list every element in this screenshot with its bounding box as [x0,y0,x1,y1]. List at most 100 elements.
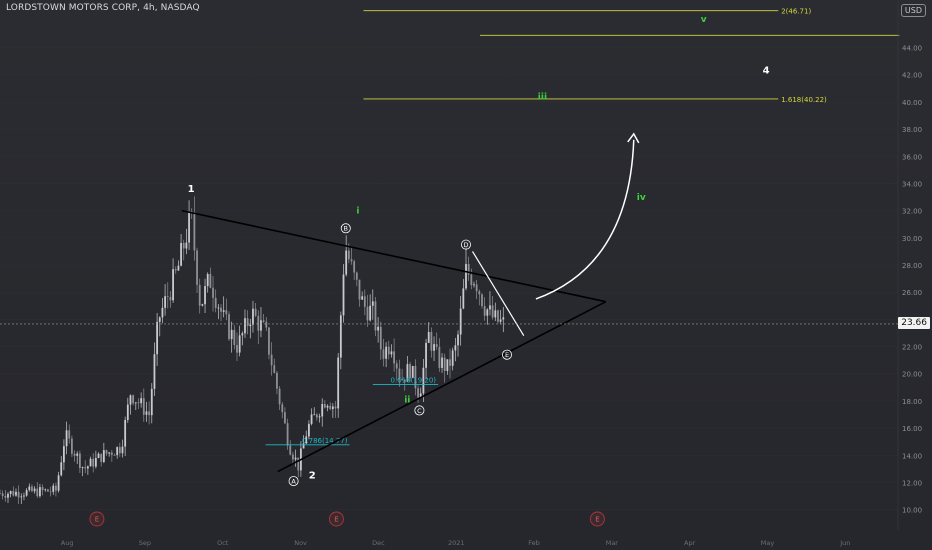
x-tick-label: Sep [139,539,151,547]
symbol-title[interactable]: LORDSTOWN MOTORS CORP, 4h, NASDAQ [6,3,200,13]
candle-body [331,406,334,410]
candle-body [454,345,457,351]
y-tick-label: 26.00 [902,289,922,297]
candle-body [121,446,124,454]
wave-label: iii [538,92,547,102]
candle-body [76,453,79,456]
candle-body [102,450,105,462]
candle-body [262,320,265,322]
candle-body [68,430,71,439]
candle-body [260,320,262,331]
fib-level-label: 2(46.71) [781,8,811,16]
candle-body [284,412,286,424]
y-tick-label: 40.00 [902,99,922,107]
candle-body [134,402,137,404]
earnings-marker-label: E [95,516,99,524]
candle-body [358,279,361,300]
trendline-upper[interactable] [181,209,606,303]
candle-body [382,349,385,359]
trendline-lower[interactable] [277,300,607,473]
candle-body [310,414,313,424]
candle-body [465,264,467,289]
x-axis: Aug Sep Oct Nov Dec 2021 Feb Mar Apr May Jun [61,539,851,547]
candle-body [347,250,350,260]
candle-body [124,419,127,447]
candle-body [161,307,164,318]
candle-body [268,327,270,355]
y-tick-label: 18.00 [902,398,922,406]
candle-body [281,404,284,413]
candle-body [433,344,435,351]
candle-body [132,395,135,404]
x-tick-label: Oct [217,539,229,547]
candle-body [47,489,49,492]
x-tick-label: Feb [528,539,540,547]
wave-label: D [463,241,468,249]
candle-body [158,317,161,322]
candle-body [366,306,369,321]
candle-body [249,324,252,327]
candle-body [166,296,169,297]
candle-body [113,454,116,456]
candle-body [94,457,97,467]
candle-body [361,296,364,300]
candle-body [36,488,39,497]
x-tick-label: Mar [606,539,619,547]
price-chart[interactable]: 1.618(40.22)2(46.71)0.618(19.20)0.786(14… [0,0,932,550]
candle-body [377,326,380,331]
x-tick-label: Nov [294,539,307,547]
candle-body [379,326,382,350]
candle-body [270,354,273,366]
candle-body [28,486,31,491]
fib-level-label: 1.618(40.22) [781,96,827,104]
candle-body [473,284,475,286]
candle-body [313,414,316,416]
candle-body [273,365,276,373]
candle-body [478,291,481,295]
candle-body [395,363,398,369]
candle-body [129,395,132,405]
y-tick-label: 20.00 [902,371,922,379]
candle-body [339,315,342,358]
candle-body [374,301,377,331]
chart-area[interactable]: 1.618(40.22) 2(46.71) 0.618(19.20) 0.786(14… [0,0,932,550]
wave-label: A [291,477,296,485]
wave-label: v [701,15,707,25]
candle-body [196,250,198,285]
candle-body [462,288,465,309]
candle-body [217,307,220,309]
wave-label: E [505,351,509,359]
candle-body [17,491,20,498]
candle-body [483,306,486,316]
candle-body [174,269,177,271]
candle-body [502,317,505,320]
candle-body [350,259,353,262]
candle-body [220,307,222,312]
earnings-marker-label: E [595,516,599,524]
candle-body [494,310,497,318]
candle-body [443,357,446,371]
candle-body [337,357,340,409]
projection-arrow[interactable] [535,139,635,300]
candle-body [446,359,449,371]
candle-body [246,318,249,327]
candle-body [435,344,438,347]
candle-body [427,331,430,343]
candle-body [417,388,419,398]
candle-body [289,445,292,455]
candle-body [65,430,68,447]
candle-body [244,318,246,334]
candle-body [70,438,73,454]
candle-body [63,446,65,463]
candle-body [212,287,214,298]
wave-labels: 124iiiiiiivvABCDE [188,15,770,487]
candle-body [201,304,204,306]
candle-body [292,454,294,460]
candle-body [15,491,17,496]
candle-body [491,305,494,318]
wave-label: B [344,225,348,233]
currency-badge[interactable]: USD [900,4,926,17]
grid-lines [0,47,898,510]
candle-body [228,314,230,340]
candle-body [318,416,321,418]
